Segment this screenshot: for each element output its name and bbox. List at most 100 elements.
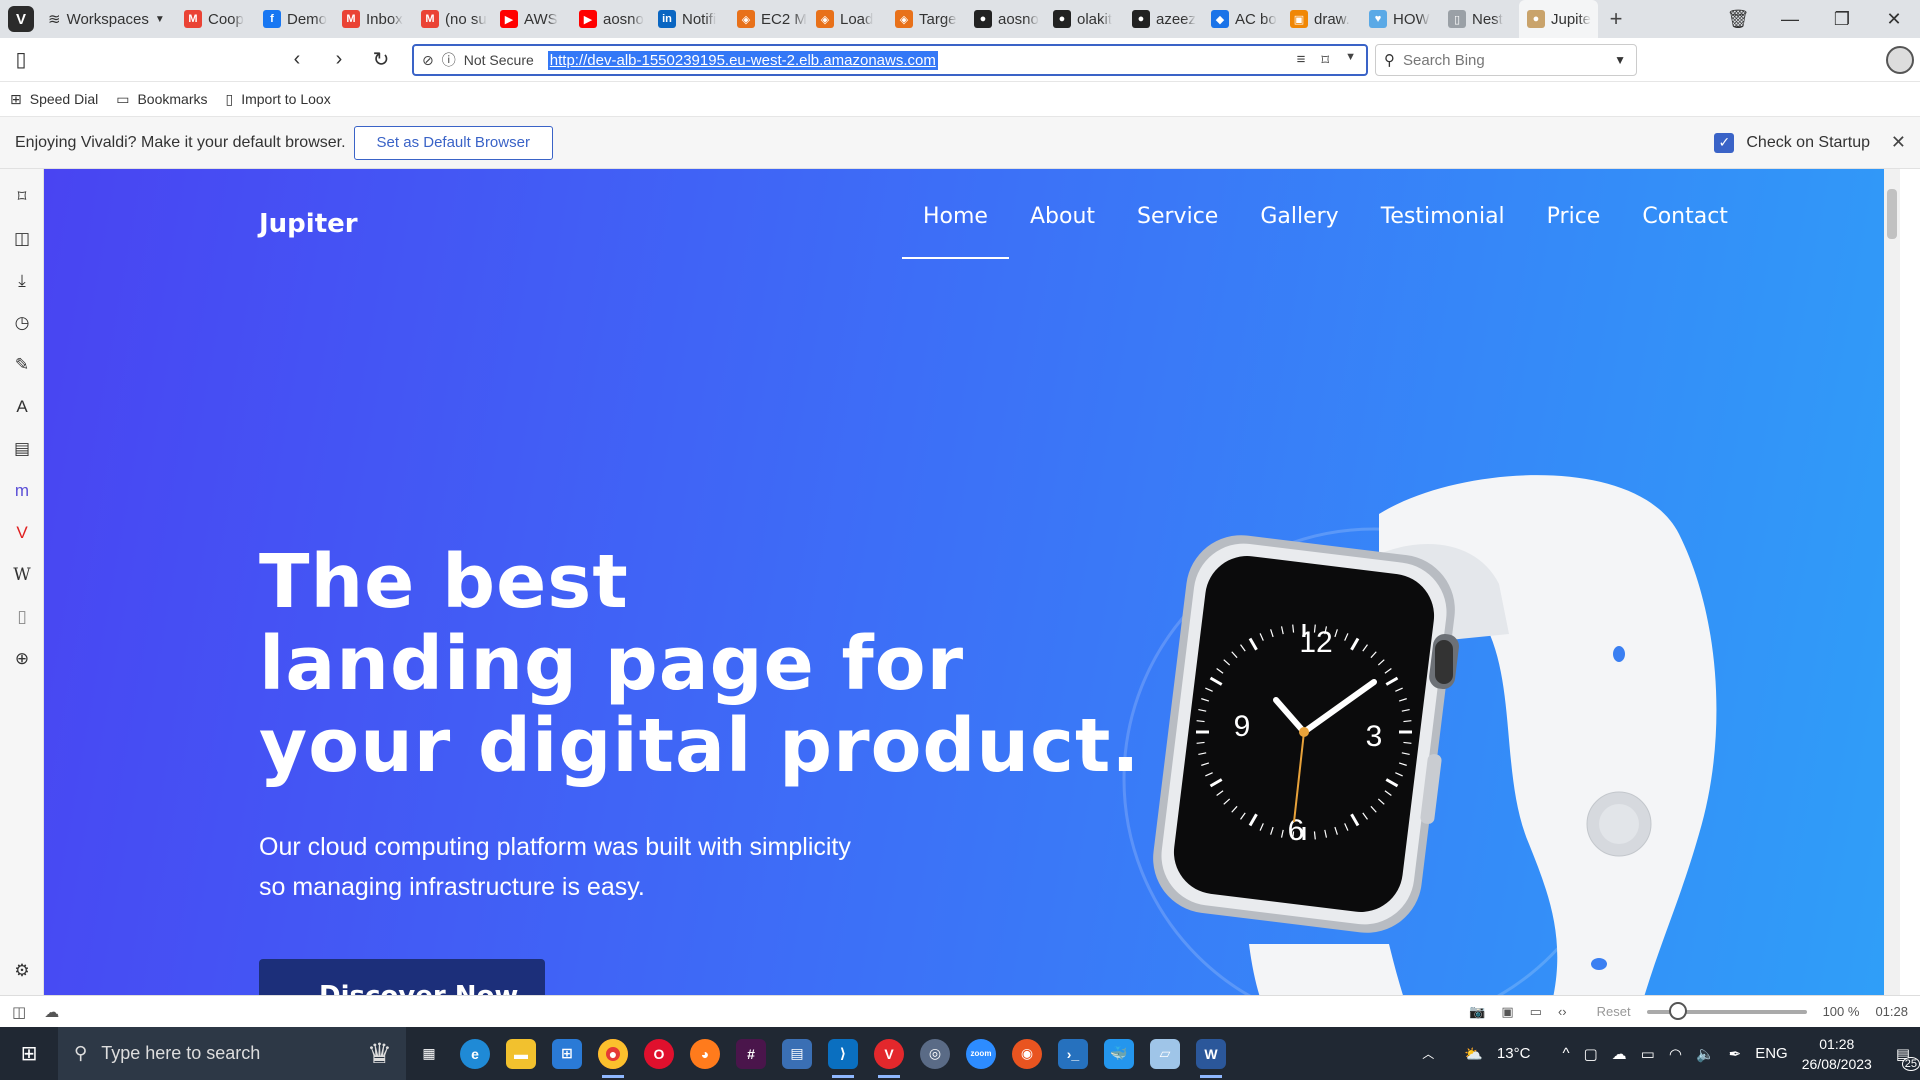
settings-gear-icon[interactable]: ⚙ (10, 959, 34, 983)
bookmark-folder[interactable]: ▭ Bookmarks (116, 91, 207, 108)
notification-center-icon[interactable]: ▤ 25 (1896, 1045, 1920, 1071)
browser-tab[interactable]: ▣ draw. (1282, 0, 1361, 38)
page-tiling-icon[interactable]: ▭ (1530, 1004, 1542, 1020)
browser-tab[interactable]: in Notifi (650, 0, 729, 38)
browser-tab[interactable]: f Demo (255, 0, 334, 38)
window-panel-icon[interactable]: ▤ (10, 437, 34, 461)
edge-icon[interactable]: e (452, 1027, 498, 1080)
pen-icon[interactable]: ✒ (1729, 1045, 1742, 1063)
browser-tab[interactable]: M Inbox (334, 0, 413, 38)
page-actions-icon[interactable]: ‹› (1558, 1004, 1567, 1019)
forward-button[interactable]: › (318, 48, 360, 71)
weather-temp[interactable]: 13°C (1497, 1045, 1531, 1062)
minimize-button[interactable]: — (1764, 9, 1816, 30)
nav-link-service[interactable]: Service (1116, 194, 1239, 259)
url-text[interactable]: http://dev-alb-1550239195.eu-west-2.elb.… (547, 50, 938, 70)
url-field[interactable]: ⊘ ⓘ Not Secure http://dev-alb-1550239195… (412, 44, 1368, 76)
task-view-icon[interactable]: ▦ (406, 1027, 452, 1080)
screenshot-icon[interactable]: 📷 (1469, 1004, 1485, 1020)
close-notification-button[interactable]: ✕ (1891, 132, 1906, 153)
new-tab-button[interactable]: + (1598, 6, 1634, 32)
opera-icon[interactable]: O (636, 1027, 682, 1080)
bookmarks-panel-icon[interactable]: ⌑ (10, 185, 34, 209)
browser-tab[interactable]: ● olakit (1045, 0, 1124, 38)
store-icon[interactable]: ⊞ (544, 1027, 590, 1080)
vscode-icon[interactable]: ⟩ (820, 1027, 866, 1080)
browser-tab[interactable]: ● Jupite (1519, 0, 1598, 38)
browser-tab[interactable]: ◈ EC2 M (729, 0, 808, 38)
workspaces-button[interactable]: ≋ Workspaces ▼ (48, 10, 176, 29)
profile-avatar[interactable] (1886, 46, 1914, 74)
show-hidden-icons[interactable]: ^ (1562, 1045, 1569, 1062)
vivaldi-taskbar-icon[interactable]: V (866, 1027, 912, 1080)
network-app-icon[interactable]: ▤ (774, 1027, 820, 1080)
browser-tab[interactable]: ● azeez (1124, 0, 1203, 38)
wikipedia-icon[interactable]: W (10, 563, 34, 587)
chrome-icon[interactable]: ● (590, 1027, 636, 1080)
reading-list-icon[interactable]: ◫ (10, 227, 34, 251)
browser-tab[interactable]: M Coop (176, 0, 255, 38)
mastodon-icon[interactable]: m (10, 479, 34, 503)
dropdown-icon[interactable]: ▼ (1345, 51, 1356, 69)
bookmark-icon[interactable]: ⌑ (1321, 51, 1329, 69)
search-engine-dropdown-icon[interactable]: ▼ (1614, 53, 1626, 67)
panel-toggle-icon[interactable]: ▯ (0, 47, 42, 72)
language-indicator[interactable]: ENG (1755, 1045, 1788, 1062)
browser-tab[interactable]: ◈ Load (808, 0, 887, 38)
browser-tab[interactable]: ◈ Targe (887, 0, 966, 38)
nav-link-about[interactable]: About (1009, 194, 1116, 259)
page-scrollbar[interactable] (1884, 169, 1900, 995)
powershell-icon[interactable]: ›_ (1050, 1027, 1096, 1080)
nav-link-home[interactable]: Home (902, 194, 1009, 259)
taskbar-clock[interactable]: 01:28 26/08/2023 (1802, 1034, 1872, 1074)
check-on-startup[interactable]: ✓ Check on Startup (1714, 132, 1870, 153)
battery-icon[interactable]: ▭ (1641, 1045, 1655, 1063)
browser-tab[interactable]: ▶ aosno (571, 0, 650, 38)
zoom-slider[interactable] (1646, 1001, 1807, 1020)
zoom-reset-button[interactable]: Reset (1597, 1004, 1631, 1019)
vpn-icon[interactable]: ◎ (912, 1027, 958, 1080)
image-toggle-icon[interactable]: ▣ (1501, 1004, 1513, 1020)
notes-icon[interactable]: ✎ (10, 353, 34, 377)
bookmark-import[interactable]: ▯ Import to Loox (226, 91, 331, 108)
browser-tab[interactable]: ● aosno (966, 0, 1045, 38)
discover-now-button[interactable]: Discover Now (259, 959, 545, 995)
nav-link-price[interactable]: Price (1526, 194, 1622, 259)
bookmark-speed-dial[interactable]: ⊞ Speed Dial (10, 91, 98, 108)
nav-link-testimonial[interactable]: Testimonial (1360, 194, 1526, 259)
ubuntu-icon[interactable]: ◉ (1004, 1027, 1050, 1080)
nav-link-gallery[interactable]: Gallery (1239, 194, 1359, 259)
sync-cloud-icon[interactable]: ☁ (44, 1003, 59, 1021)
browser-tab[interactable]: ▯ Nest (1440, 0, 1519, 38)
zoom-slider-knob[interactable] (1668, 1001, 1687, 1020)
browser-tab[interactable]: ▶ AWS (492, 0, 571, 38)
add-panel-icon[interactable]: ⊕ (10, 647, 34, 671)
history-icon[interactable]: ◷ (10, 311, 34, 335)
page-icon[interactable]: ▯ (10, 605, 34, 629)
windows-start-icon[interactable]: ⊞ (0, 1041, 58, 1066)
browser-tab[interactable]: ♥ HOW (1361, 0, 1440, 38)
downloads-icon[interactable]: ⤓ (10, 269, 34, 293)
slack-icon[interactable]: # (728, 1027, 774, 1080)
set-default-browser-button[interactable]: Set as Default Browser (353, 125, 553, 160)
reload-button[interactable]: ↻ (360, 47, 402, 72)
meet-now-icon[interactable]: ▢ (1583, 1045, 1597, 1063)
docker-icon[interactable]: 🐳 (1096, 1027, 1142, 1080)
translate-icon[interactable]: A (10, 395, 34, 419)
close-window-button[interactable]: ✕ (1868, 9, 1920, 30)
vivaldi-menu-icon[interactable]: V (8, 6, 34, 32)
browser-tab[interactable]: M (no su (413, 0, 492, 38)
scrollbar-thumb[interactable] (1887, 189, 1897, 239)
vivaldi-icon[interactable]: V (10, 521, 34, 545)
browser-tab[interactable]: ◆ AC bo (1203, 0, 1282, 38)
panel-toggle-icon[interactable]: ◫ (12, 1003, 26, 1021)
taskbar-search[interactable]: ⚲ Type here to search ♛ (58, 1027, 406, 1080)
volume-icon[interactable]: 🔈 (1696, 1045, 1715, 1063)
nav-link-contact[interactable]: Contact (1621, 194, 1749, 259)
reader-view-icon[interactable]: ≡ (1297, 51, 1306, 69)
weather-icon[interactable]: ⛅ (1464, 1045, 1483, 1063)
onedrive-icon[interactable]: ☁ (1612, 1045, 1627, 1063)
trash-icon[interactable]: 🗑 (1712, 9, 1764, 30)
back-button[interactable]: ‹ (276, 48, 318, 71)
zoom-icon[interactable]: zoom (958, 1027, 1004, 1080)
